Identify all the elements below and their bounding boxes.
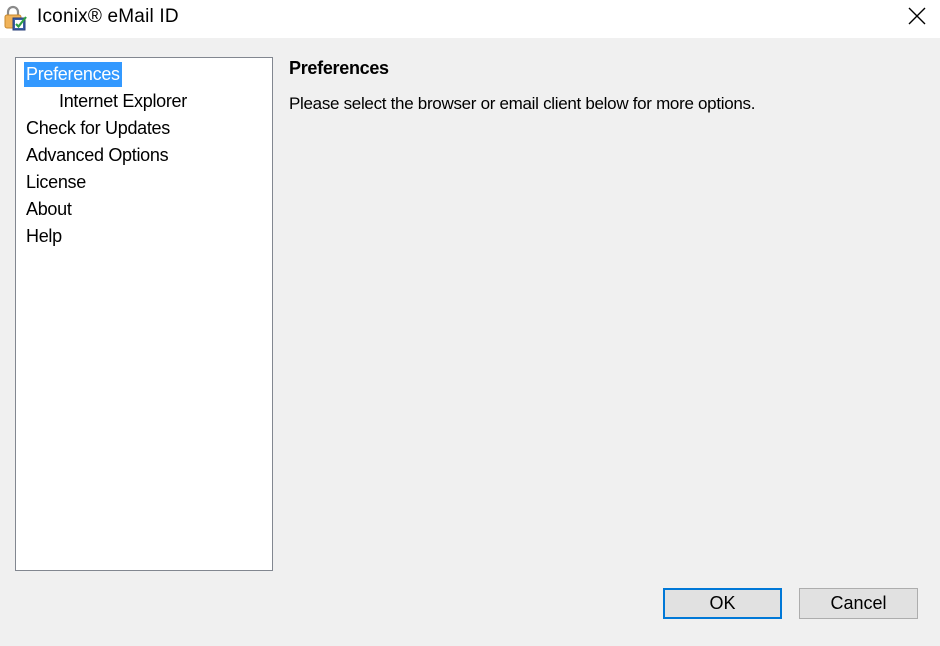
tree-item-internet-explorer[interactable]: Internet Explorer: [57, 89, 189, 114]
lock-check-icon: [2, 5, 28, 31]
close-icon: [907, 6, 927, 31]
tree-item-license[interactable]: License: [24, 170, 88, 195]
window-title: Iconix® eMail ID: [37, 6, 179, 27]
cancel-button[interactable]: Cancel: [799, 588, 918, 619]
tree-item-advanced-options[interactable]: Advanced Options: [24, 143, 170, 168]
close-button[interactable]: [894, 0, 940, 36]
section-heading: Preferences: [289, 58, 389, 78]
section-description: Please select the browser or email clien…: [289, 94, 756, 113]
tree-item-about[interactable]: About: [24, 197, 74, 222]
tree-item-check-for-updates[interactable]: Check for Updates: [24, 116, 172, 141]
tree-item-preferences[interactable]: Preferences: [24, 62, 122, 87]
title-bar: Iconix® eMail ID: [0, 0, 940, 38]
ok-button[interactable]: OK: [663, 588, 782, 619]
options-tree[interactable]: Preferences Internet Explorer Check for …: [15, 57, 273, 571]
tree-item-help[interactable]: Help: [24, 224, 64, 249]
